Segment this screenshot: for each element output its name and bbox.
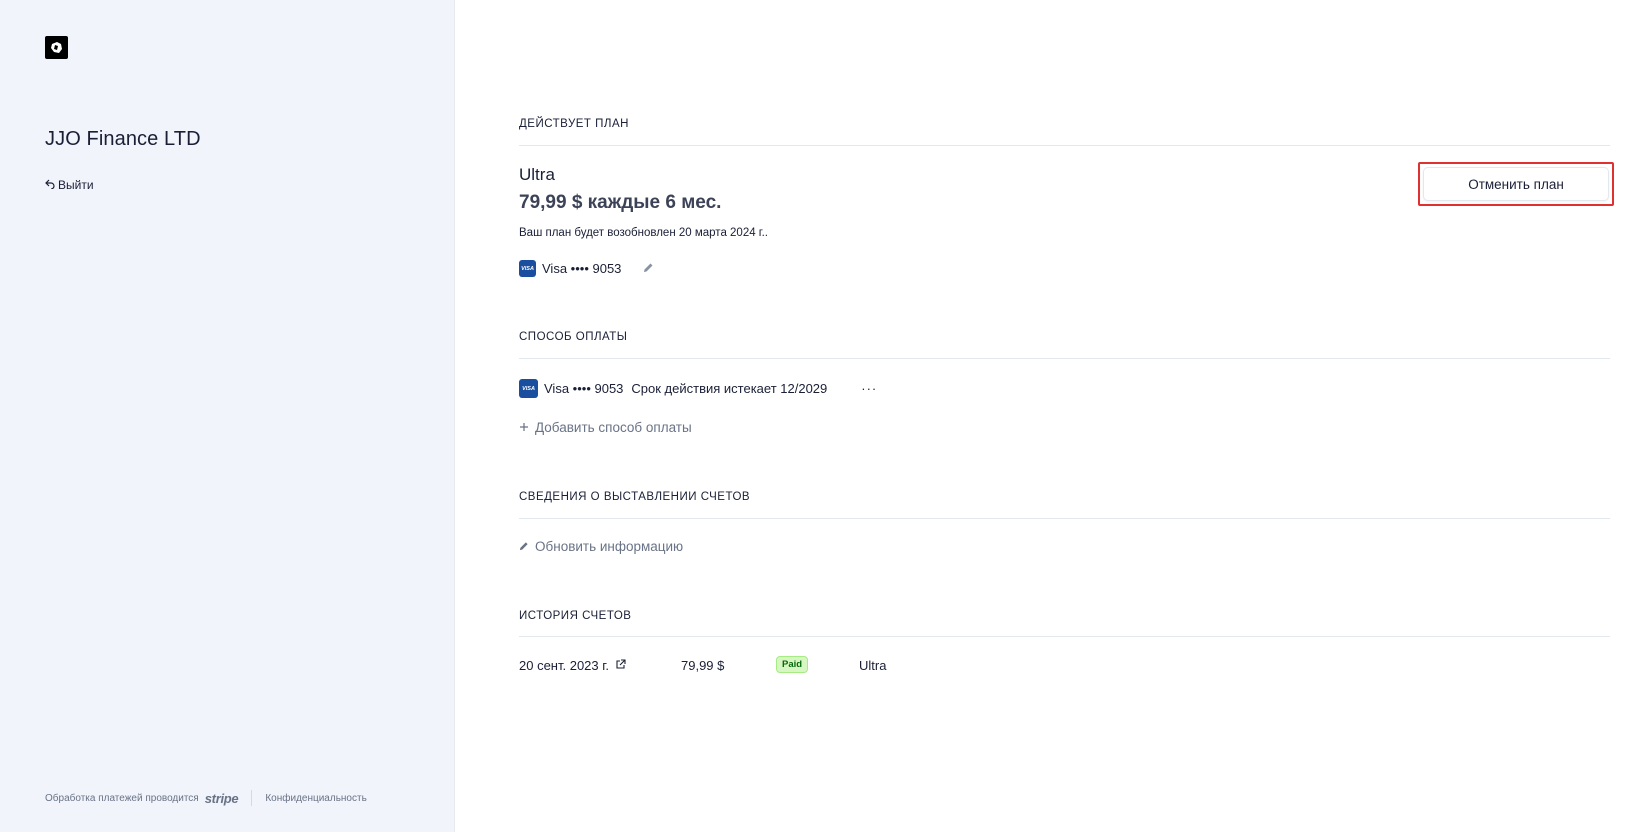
plan-price: 79,99 $ каждые 6 мес. [519, 192, 722, 213]
table-row: 20 сент. 2023 г. 79,99 $ Paid Ultra [519, 656, 1119, 678]
payment-method-row: VISA Visa •••• 9053 Срок действия истека… [519, 379, 877, 398]
add-payment-method-label: Добавить способ оплаты [535, 420, 692, 435]
billing-info-title: СВЕДЕНИЯ О ВЫСТАВЛЕНИИ СЧЕТОВ [519, 491, 751, 503]
payment-card-label: Visa •••• 9053 [544, 381, 624, 396]
more-options-icon[interactable]: ··· [861, 381, 877, 396]
company-logo-icon [45, 36, 68, 59]
plan-card-label: Visa •••• 9053 [542, 261, 622, 276]
invoice-amount: 79,99 $ [681, 658, 725, 673]
pencil-icon [519, 539, 529, 554]
return-arrow-icon [45, 178, 55, 192]
divider [519, 358, 1610, 359]
edit-pencil-icon[interactable] [643, 262, 654, 276]
divider [519, 145, 1610, 146]
plan-renewal-text: Ваш план будет возобновлен 20 марта 2024… [519, 227, 768, 239]
status-badge: Paid [776, 656, 809, 673]
plus-icon [519, 420, 529, 435]
cancel-plan-highlight: Отменить план [1418, 162, 1614, 206]
update-info-label: Обновить информацию [535, 539, 684, 554]
visa-card-icon: VISA [519, 260, 536, 277]
powered-by-text: Обработка платежей проводится [45, 792, 199, 804]
invoice-date: 20 сент. 2023 г. [519, 658, 610, 673]
divider [519, 518, 1610, 519]
sidebar-footer: Обработка платежей проводится stripe Кон… [45, 790, 367, 806]
stripe-logo[interactable]: stripe [205, 791, 239, 806]
visa-card-icon: VISA [519, 379, 538, 398]
company-name: JJO Finance LTD [45, 128, 201, 150]
invoice-date-link[interactable]: 20 сент. 2023 г. [519, 658, 626, 673]
update-info-link[interactable]: Обновить информацию [519, 539, 683, 554]
add-payment-method-link[interactable]: Добавить способ оплаты [519, 420, 692, 435]
privacy-link[interactable]: Конфиденциальность [265, 793, 366, 804]
logout-label: Выйти [58, 178, 94, 192]
current-plan-title: ДЕЙСТВУЕТ ПЛАН [519, 118, 629, 130]
main-content: ДЕЙСТВУЕТ ПЛАН Ultra 79,99 $ каждые 6 ме… [519, 0, 1614, 832]
payment-method-title: СПОСОБ ОПЛАТЫ [519, 331, 628, 343]
invoice-history-title: ИСТОРИЯ СЧЕТОВ [519, 610, 632, 622]
cancel-plan-button[interactable]: Отменить план [1423, 167, 1609, 201]
card-expiry: Срок действия истекает 12/2029 [631, 381, 828, 396]
logout-link[interactable]: Выйти [45, 178, 94, 192]
footer-divider [251, 790, 253, 806]
plan-name: Ultra [519, 165, 555, 184]
plan-card: VISA Visa •••• 9053 [519, 260, 654, 277]
external-link-icon [615, 658, 626, 673]
invoice-plan: Ultra [859, 658, 887, 673]
sidebar: JJO Finance LTD Выйти Обработка платежей… [0, 0, 455, 832]
divider [519, 636, 1610, 637]
